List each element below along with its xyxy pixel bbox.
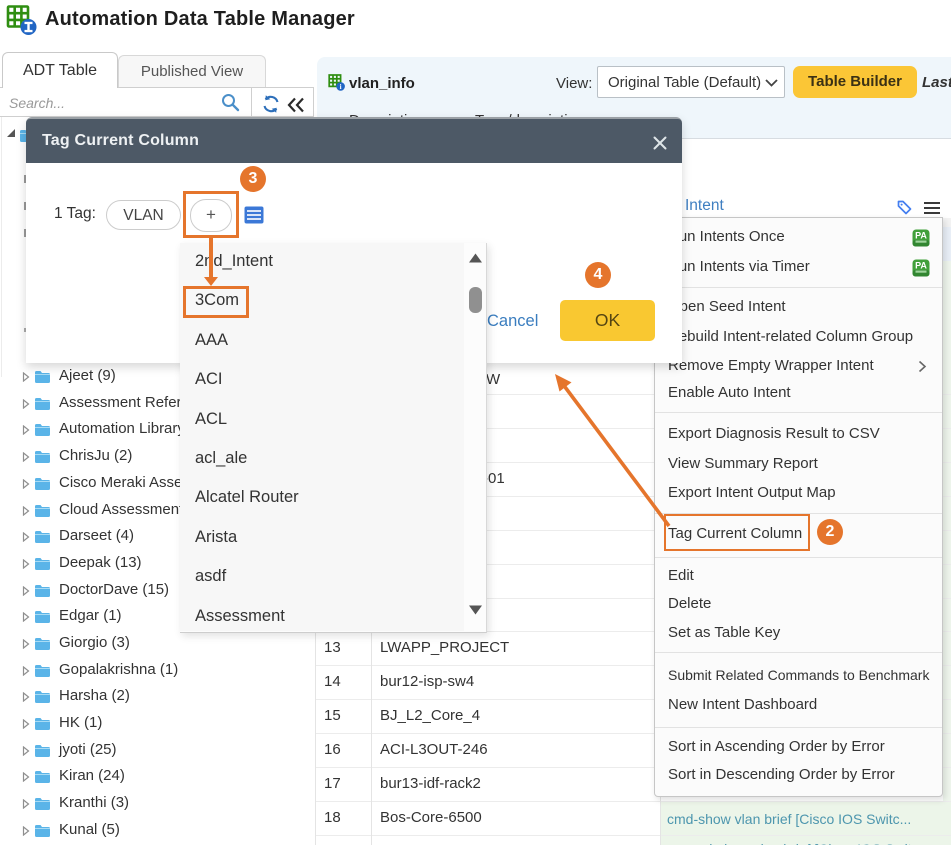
svg-text:PA: PA	[915, 231, 927, 241]
svg-text:i: i	[340, 83, 342, 91]
svg-text:PA: PA	[915, 261, 927, 271]
